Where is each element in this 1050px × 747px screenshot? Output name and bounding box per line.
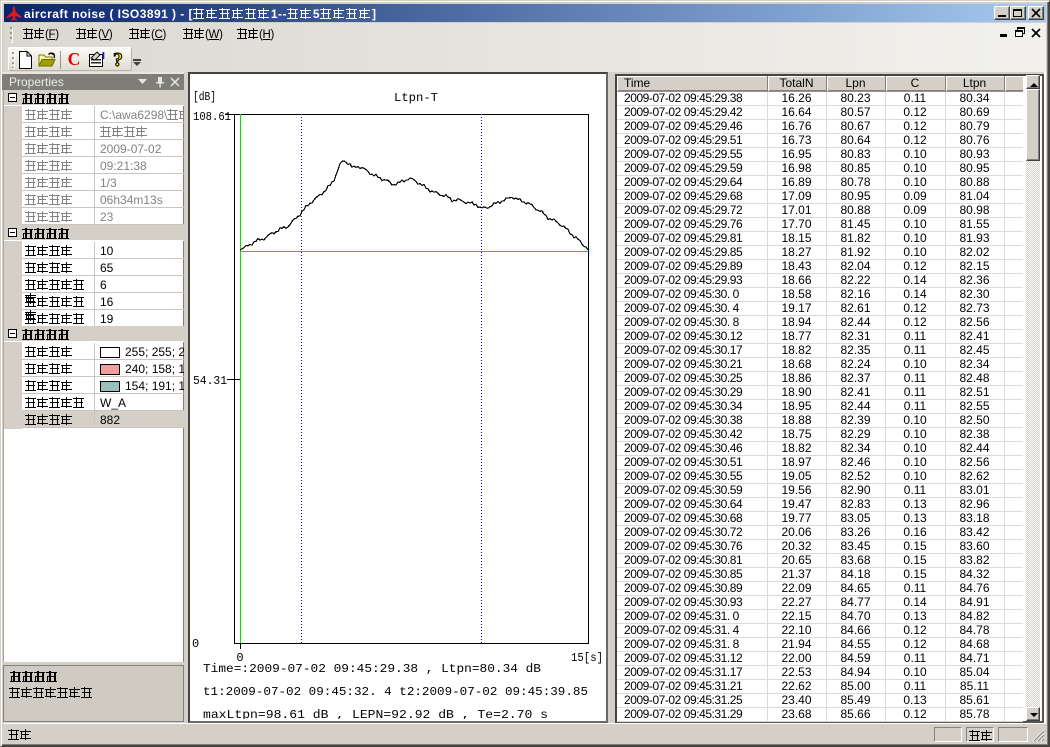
svg-text:maxLtpn=98.61 dB , LEPN=92.92: maxLtpn=98.61 dB , LEPN=92.92 dB , Te=2.… (203, 708, 548, 719)
svg-text:0: 0 (192, 637, 199, 651)
svg-text:Time=:2009-07-02 09:45:29.38 ,: Time=:2009-07-02 09:45:29.38 , Ltpn=80.3… (203, 662, 541, 676)
svg-text:15[s]: 15[s] (571, 651, 603, 665)
svg-text:[dB]: [dB] (193, 90, 216, 104)
svg-text:54.31: 54.31 (193, 374, 227, 388)
svg-text:?: ? (113, 49, 123, 70)
svg-text:t1:2009-07-02 09:45:32. 4 t2:2: t1:2009-07-02 09:45:32. 4 t2:2009-07-02 … (203, 685, 588, 699)
svg-text:108.61: 108.61 (193, 110, 231, 124)
svg-text:Ltpn-T: Ltpn-T (394, 91, 438, 105)
